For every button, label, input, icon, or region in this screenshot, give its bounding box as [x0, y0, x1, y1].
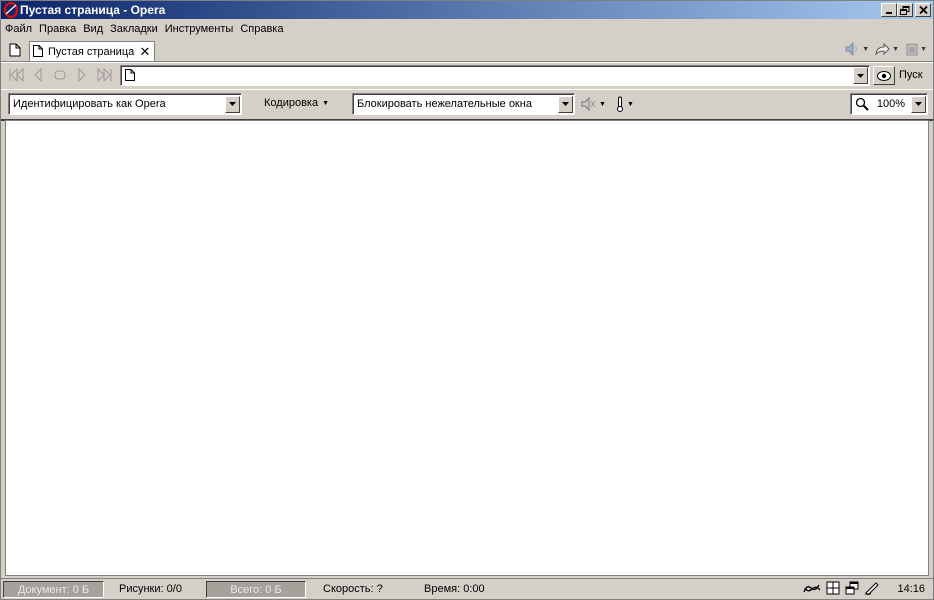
edit-page-icon[interactable]: [864, 581, 880, 598]
encoding-menu-button[interactable]: Кодировка ▼: [264, 97, 329, 109]
opera-logo-icon: [3, 2, 19, 18]
identify-as-select[interactable]: Идентифицировать как Opera: [8, 93, 242, 115]
speed-value: ?: [376, 583, 383, 595]
go-button[interactable]: Пуск: [899, 69, 923, 81]
zoom-select[interactable]: 100%: [850, 93, 928, 115]
title-bar[interactable]: Пустая страница - Opera: [1, 1, 933, 19]
menu-file[interactable]: Файл: [2, 21, 35, 38]
total-size-field: Всего: 0 Б: [206, 581, 306, 598]
sound-menu[interactable]: ▼: [845, 42, 869, 56]
identify-as-value: Идентифицировать как Opera: [13, 98, 166, 110]
minimize-button[interactable]: [881, 3, 897, 17]
document-size-field: Документ: 0 Б: [3, 581, 104, 598]
thermometer-icon: [617, 96, 623, 112]
window-title: Пустая страница - Opera: [20, 3, 166, 17]
browser-window: Пустая страница - Opera Файл Правка Вид …: [0, 0, 934, 600]
time-label: Время:: [424, 583, 461, 595]
total-value: 0 Б: [265, 584, 282, 596]
rewind-icon: [9, 68, 24, 82]
menu-tools[interactable]: Инструменты: [162, 21, 237, 38]
page-icon: [33, 44, 45, 59]
page-icon: [125, 68, 137, 83]
document-label: Документ:: [17, 584, 70, 596]
popup-blocking-value: Блокировать нежелательные окна: [357, 98, 532, 110]
images-field: Рисунки: 0/0: [119, 581, 182, 598]
chevron-down-icon: [915, 102, 922, 106]
new-page-icon: [9, 43, 21, 57]
trash-icon: [906, 43, 919, 56]
forward-menu[interactable]: ▼: [875, 42, 899, 56]
popup-blocking-select[interactable]: Блокировать нежелательные окна: [352, 93, 575, 115]
restore-icon: [900, 5, 910, 15]
tab-label: Пустая страница: [48, 45, 135, 58]
time-value: 0:00: [463, 583, 485, 595]
options-bar: Идентифицировать как Opera Кодировка ▼ Б…: [1, 89, 933, 121]
speed-label: Скорость:: [323, 583, 374, 595]
chevron-down-icon: ▼: [892, 45, 900, 53]
zoom-value: 100%: [876, 98, 905, 110]
view-options-button[interactable]: [873, 66, 895, 85]
chevron-down-icon: ▼: [862, 45, 870, 53]
stop-button[interactable]: [52, 67, 68, 83]
menu-view[interactable]: Вид: [80, 21, 106, 38]
zoom-dropdown-button[interactable]: [911, 95, 926, 113]
fast-forward-button[interactable]: [96, 67, 112, 83]
new-tab-button[interactable]: [7, 42, 23, 58]
menu-edit[interactable]: Правка: [36, 21, 79, 38]
popup-blocking-dropdown-button[interactable]: [558, 95, 573, 113]
status-bar: Документ: 0 Б Рисунки: 0/0 Всего: 0 Б Ск…: [1, 578, 933, 600]
chevron-down-icon: [229, 102, 236, 106]
chevron-down-icon: [562, 102, 569, 106]
back-button[interactable]: [30, 67, 46, 83]
forward-icon: [78, 68, 86, 82]
restore-button[interactable]: [897, 3, 913, 17]
page-content-area[interactable]: [5, 120, 929, 576]
network-icon[interactable]: [803, 582, 821, 597]
menu-bookmarks[interactable]: Закладки: [107, 21, 161, 38]
minimize-icon: [886, 12, 892, 14]
encoding-label: Кодировка: [264, 97, 319, 109]
images-value: 0/0: [166, 583, 182, 595]
rewind-button[interactable]: [9, 67, 25, 83]
tab-bar: Пустая страница ✕ ▼ ▼ ▼: [1, 39, 933, 62]
navigation-bar: Пуск: [1, 62, 933, 90]
windows-icon[interactable]: [845, 581, 859, 598]
menu-bar: Файл Правка Вид Закладки Инструменты Спр…: [1, 20, 933, 39]
tab-close-button[interactable]: ✕: [138, 44, 152, 59]
speaker-muted-icon: [581, 97, 596, 111]
chevron-down-icon: ▼: [599, 100, 606, 108]
speed-field: Скорость: ?: [323, 581, 383, 598]
stop-icon: [54, 70, 66, 80]
panels-icon[interactable]: [826, 581, 840, 598]
sound-toggle-button[interactable]: ▼: [581, 95, 606, 113]
menu-help[interactable]: Справка: [237, 21, 286, 38]
total-label: Всего:: [230, 584, 263, 596]
address-input[interactable]: [143, 68, 853, 83]
clock: 14:16: [897, 583, 925, 595]
images-label: Рисунки:: [119, 583, 164, 595]
identify-as-dropdown-button[interactable]: [225, 95, 240, 113]
magnifier-icon: [855, 97, 869, 111]
style-toggle-button[interactable]: ▼: [615, 95, 634, 113]
fast-forward-icon: [97, 68, 112, 82]
document-value: 0 Б: [72, 584, 90, 596]
tab-blank-page[interactable]: Пустая страница ✕: [29, 41, 155, 61]
trash-menu[interactable]: ▼: [905, 42, 927, 56]
chevron-down-icon: ▼: [322, 99, 330, 107]
address-bar: [120, 65, 870, 86]
share-arrow-icon: [875, 42, 890, 56]
eye-icon: [877, 70, 891, 81]
back-icon: [34, 68, 42, 82]
speaker-icon: [845, 42, 858, 56]
time-field: Время: 0:00: [424, 581, 485, 598]
close-icon: [918, 6, 928, 14]
close-window-button[interactable]: [915, 3, 931, 17]
forward-button[interactable]: [74, 67, 90, 83]
address-dropdown-button[interactable]: [853, 67, 868, 84]
chevron-down-icon: [857, 73, 864, 78]
chevron-down-icon: ▼: [627, 100, 634, 108]
chevron-down-icon: ▼: [920, 45, 927, 53]
